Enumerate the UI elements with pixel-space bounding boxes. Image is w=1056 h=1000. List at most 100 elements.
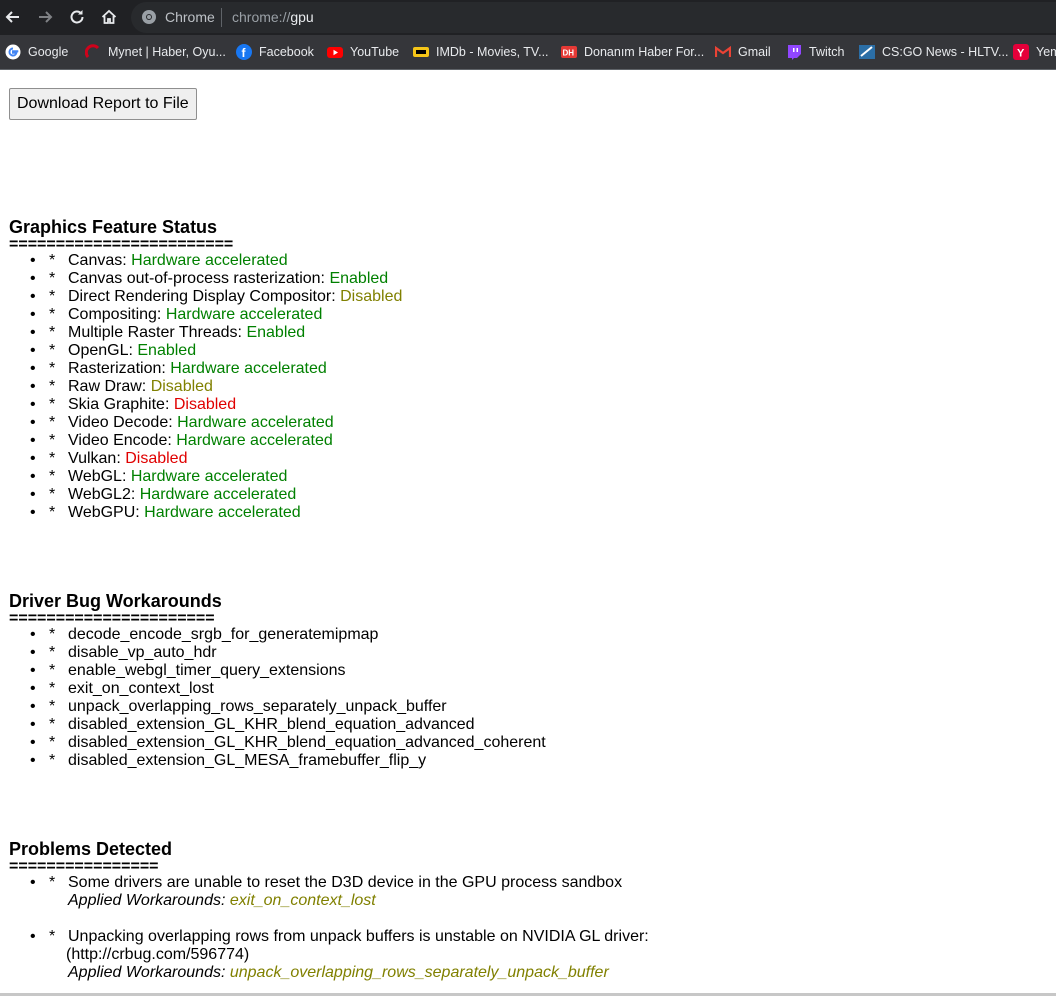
home-icon <box>101 9 117 24</box>
bookmark-google[interactable]: Google <box>5 43 68 61</box>
star-marker: * <box>49 662 56 679</box>
star-marker: * <box>49 486 56 503</box>
applied-workarounds-label: Applied Workarounds: <box>68 892 230 909</box>
workaround-item: * disable_vp_auto_hdr <box>9 644 546 662</box>
bookmark-youtube[interactable]: YouTube <box>327 43 399 61</box>
bookmark-label: Mynet | Haber, Oyu... <box>108 45 226 59</box>
driver-bug-workarounds-section: Driver Bug Workarounds =================… <box>9 590 546 770</box>
facebook-icon: f <box>236 44 252 60</box>
feature-status-value: Disabled <box>173 396 237 413</box>
feature-item: * Vulkan: Disabled <box>9 450 402 468</box>
star-marker: * <box>49 716 56 733</box>
workaround-name: disabled_extension_GL_KHR_blend_equation… <box>68 716 475 733</box>
browser-toolbar: Chrome chrome://gpu <box>0 0 1056 35</box>
imdb-icon <box>413 44 429 60</box>
workaround-name: disabled_extension_GL_MESA_framebuffer_f… <box>68 752 427 769</box>
problem-bug-link: (http://crbug.com/596774) <box>66 946 250 963</box>
feature-name: Video Decode: <box>68 414 178 431</box>
bookmark-label: YouTube <box>350 45 400 59</box>
star-marker: * <box>49 324 56 341</box>
problem-description: Unpacking overlapping rows from unpack b… <box>68 928 649 945</box>
svg-text:DH: DH <box>563 49 575 58</box>
star-marker: * <box>49 270 56 287</box>
bookmark-donanimhaber[interactable]: DH Donanım Haber For... <box>561 43 704 61</box>
url-scheme: chrome:// <box>232 9 291 25</box>
bookmark-facebook[interactable]: f Facebook <box>236 43 314 61</box>
feature-item: * Skia Graphite: Disabled <box>9 396 402 414</box>
star-marker: * <box>49 378 56 395</box>
feature-name: Canvas out-of-process rasterization: <box>68 270 330 287</box>
bookmark-imdb[interactable]: IMDb - Movies, TV... <box>413 43 549 61</box>
bookmark-label: Facebook <box>259 45 314 59</box>
section-rule: ======================== <box>9 236 234 253</box>
feature-name: OpenGL: <box>68 342 138 359</box>
section-title: Problems Detected <box>9 839 173 859</box>
arrow-right-icon <box>39 11 53 23</box>
back-button[interactable] <box>2 6 24 28</box>
workaround-item: * decode_encode_srgb_for_generatemipmap <box>9 626 546 644</box>
feature-item: * Multiple Raster Threads: Enabled <box>9 324 402 342</box>
workaround-name: unpack_overlapping_rows_separately_unpac… <box>68 698 447 715</box>
feature-name: WebGL: <box>68 468 131 485</box>
workaround-name: disable_vp_auto_hdr <box>68 644 217 661</box>
feature-name: WebGL2: <box>68 486 140 503</box>
star-marker: * <box>49 734 56 751</box>
bookmark-label: Google <box>28 45 69 59</box>
forward-button[interactable] <box>34 6 56 28</box>
feature-status-value: Disabled <box>150 378 213 395</box>
star-marker: * <box>49 306 56 323</box>
star-marker: * <box>49 414 56 431</box>
applied-workaround-value: unpack_overlapping_rows_separately_unpac… <box>229 964 609 981</box>
applied-workaround-value: exit_on_context_lost <box>229 892 376 909</box>
workaround-item: * disabled_extension_GL_KHR_blend_equatio… <box>9 734 546 752</box>
feature-item: * Rasterization: Hardware accelerated <box>9 360 402 378</box>
bookmark-twitch[interactable]: Twitch <box>786 43 844 61</box>
feature-status-value: Enabled <box>329 270 389 287</box>
star-marker: * <box>49 752 56 769</box>
donanimhaber-icon: DH <box>561 44 577 60</box>
problem-item: • * Some drivers are unable to reset the D… <box>9 874 649 910</box>
bookmark-gmail[interactable]: Gmail <box>715 43 771 61</box>
feature-status-list: * Canvas: Hardware accelerated * Canvas out… <box>9 252 402 522</box>
feature-status-value: Hardware accelerated <box>165 306 323 323</box>
feature-status-value: Hardware accelerated <box>176 432 333 449</box>
bookmark-label: Twitch <box>809 45 845 59</box>
bookmark-hltv[interactable]: CS:GO News - HLTV... <box>859 43 1008 61</box>
feature-name: Vulkan: <box>68 450 126 467</box>
star-marker: * <box>49 288 56 305</box>
mynet-icon <box>85 44 101 60</box>
feature-item: * Raw Draw: Disabled <box>9 378 402 396</box>
star-marker: * <box>49 698 56 715</box>
star-marker: * <box>49 928 56 945</box>
feature-item: * Canvas: Hardware accelerated <box>9 252 402 270</box>
problems-detected-section: Problems Detected ================ • * Som… <box>9 838 649 1000</box>
download-report-button[interactable]: Download Report to File <box>9 88 197 120</box>
bookmark-label: Gmail <box>738 45 771 59</box>
section-rule: ====================== <box>9 610 215 627</box>
star-marker: * <box>49 626 56 643</box>
bookmark-label: Donanım Haber For... <box>584 45 705 59</box>
bookmark-yemek[interactable]: Y Yem <box>1013 43 1056 61</box>
feature-item: * Video Decode: Hardware accelerated <box>9 414 402 432</box>
workaround-item: * disabled_extension_GL_KHR_blend_equatio… <box>9 716 546 734</box>
feature-status-value: Hardware accelerated <box>131 252 288 269</box>
url-text[interactable]: chrome://gpu <box>232 9 314 25</box>
bookmark-mynet[interactable]: Mynet | Haber, Oyu... <box>85 43 226 61</box>
hltv-icon <box>859 44 875 60</box>
youtube-icon <box>327 44 343 60</box>
address-bar[interactable]: Chrome chrome://gpu <box>131 2 1056 33</box>
home-button[interactable] <box>98 6 120 28</box>
workaround-name: enable_webgl_timer_query_extensions <box>68 662 346 679</box>
workaround-item: * exit_on_context_lost <box>9 680 546 698</box>
graphics-feature-status-section: Graphics Feature Status ================… <box>9 216 402 522</box>
feature-item: * WebGL2: Hardware accelerated <box>9 486 402 504</box>
chrome-icon <box>142 10 156 24</box>
problem-item: • * Unpacking overlapping rows from unpack… <box>9 928 649 982</box>
feature-item: * WebGL: Hardware accelerated <box>9 468 402 486</box>
url-host: gpu <box>290 9 314 25</box>
reload-button[interactable] <box>66 6 88 28</box>
section-rule: ================ <box>9 858 159 875</box>
feature-status-value: Enabled <box>246 324 306 341</box>
feature-status-value: Hardware accelerated <box>177 414 334 431</box>
feature-status-value: Disabled <box>340 288 403 305</box>
